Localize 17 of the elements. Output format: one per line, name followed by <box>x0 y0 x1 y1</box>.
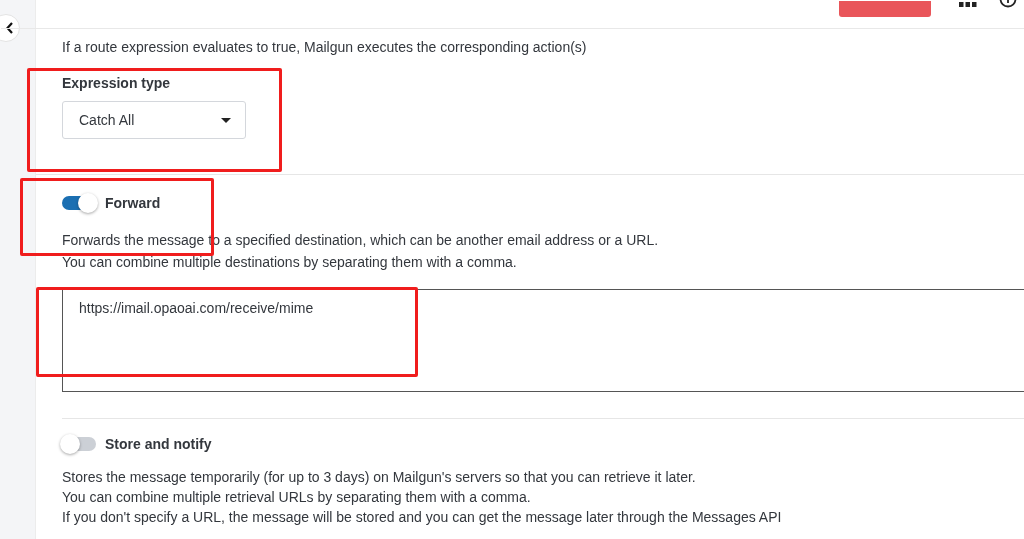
chevron-left-icon <box>6 22 14 34</box>
description-text: Stores the message temporarily (for up to 3 days) on Mailgun's servers so that you can retrieve it later. <box>62 468 697 487</box>
toggle-switch[interactable] <box>62 437 96 451</box>
collapse-button[interactable] <box>0 14 20 42</box>
description-text: If you don't specify a URL, the message will be stored and you can get the message later through the Messages API <box>62 508 783 527</box>
description-text: You can combine multiple retrieval URLs by separating them with a comma. <box>62 488 532 507</box>
intro-text: If a route expression evaluates to true, Mailgun executes the corresponding action(s) <box>62 38 588 57</box>
toggle-label: Store and notify <box>105 436 212 452</box>
toggle-label: Forward <box>105 195 161 211</box>
info-icon[interactable] <box>999 0 1017 8</box>
expression-type-label: Expression type <box>62 75 172 91</box>
caret-down-icon <box>221 117 231 123</box>
description-text: You can combine multiple destinations by separating them with a comma. <box>62 253 518 272</box>
destination-field[interactable]: https://imail.opaoai.com/receive/mime <box>62 289 1024 392</box>
toggle-switch[interactable] <box>62 196 96 210</box>
expression-type-select[interactable]: Catch All <box>62 101 246 139</box>
more-icon[interactable] <box>959 2 977 7</box>
